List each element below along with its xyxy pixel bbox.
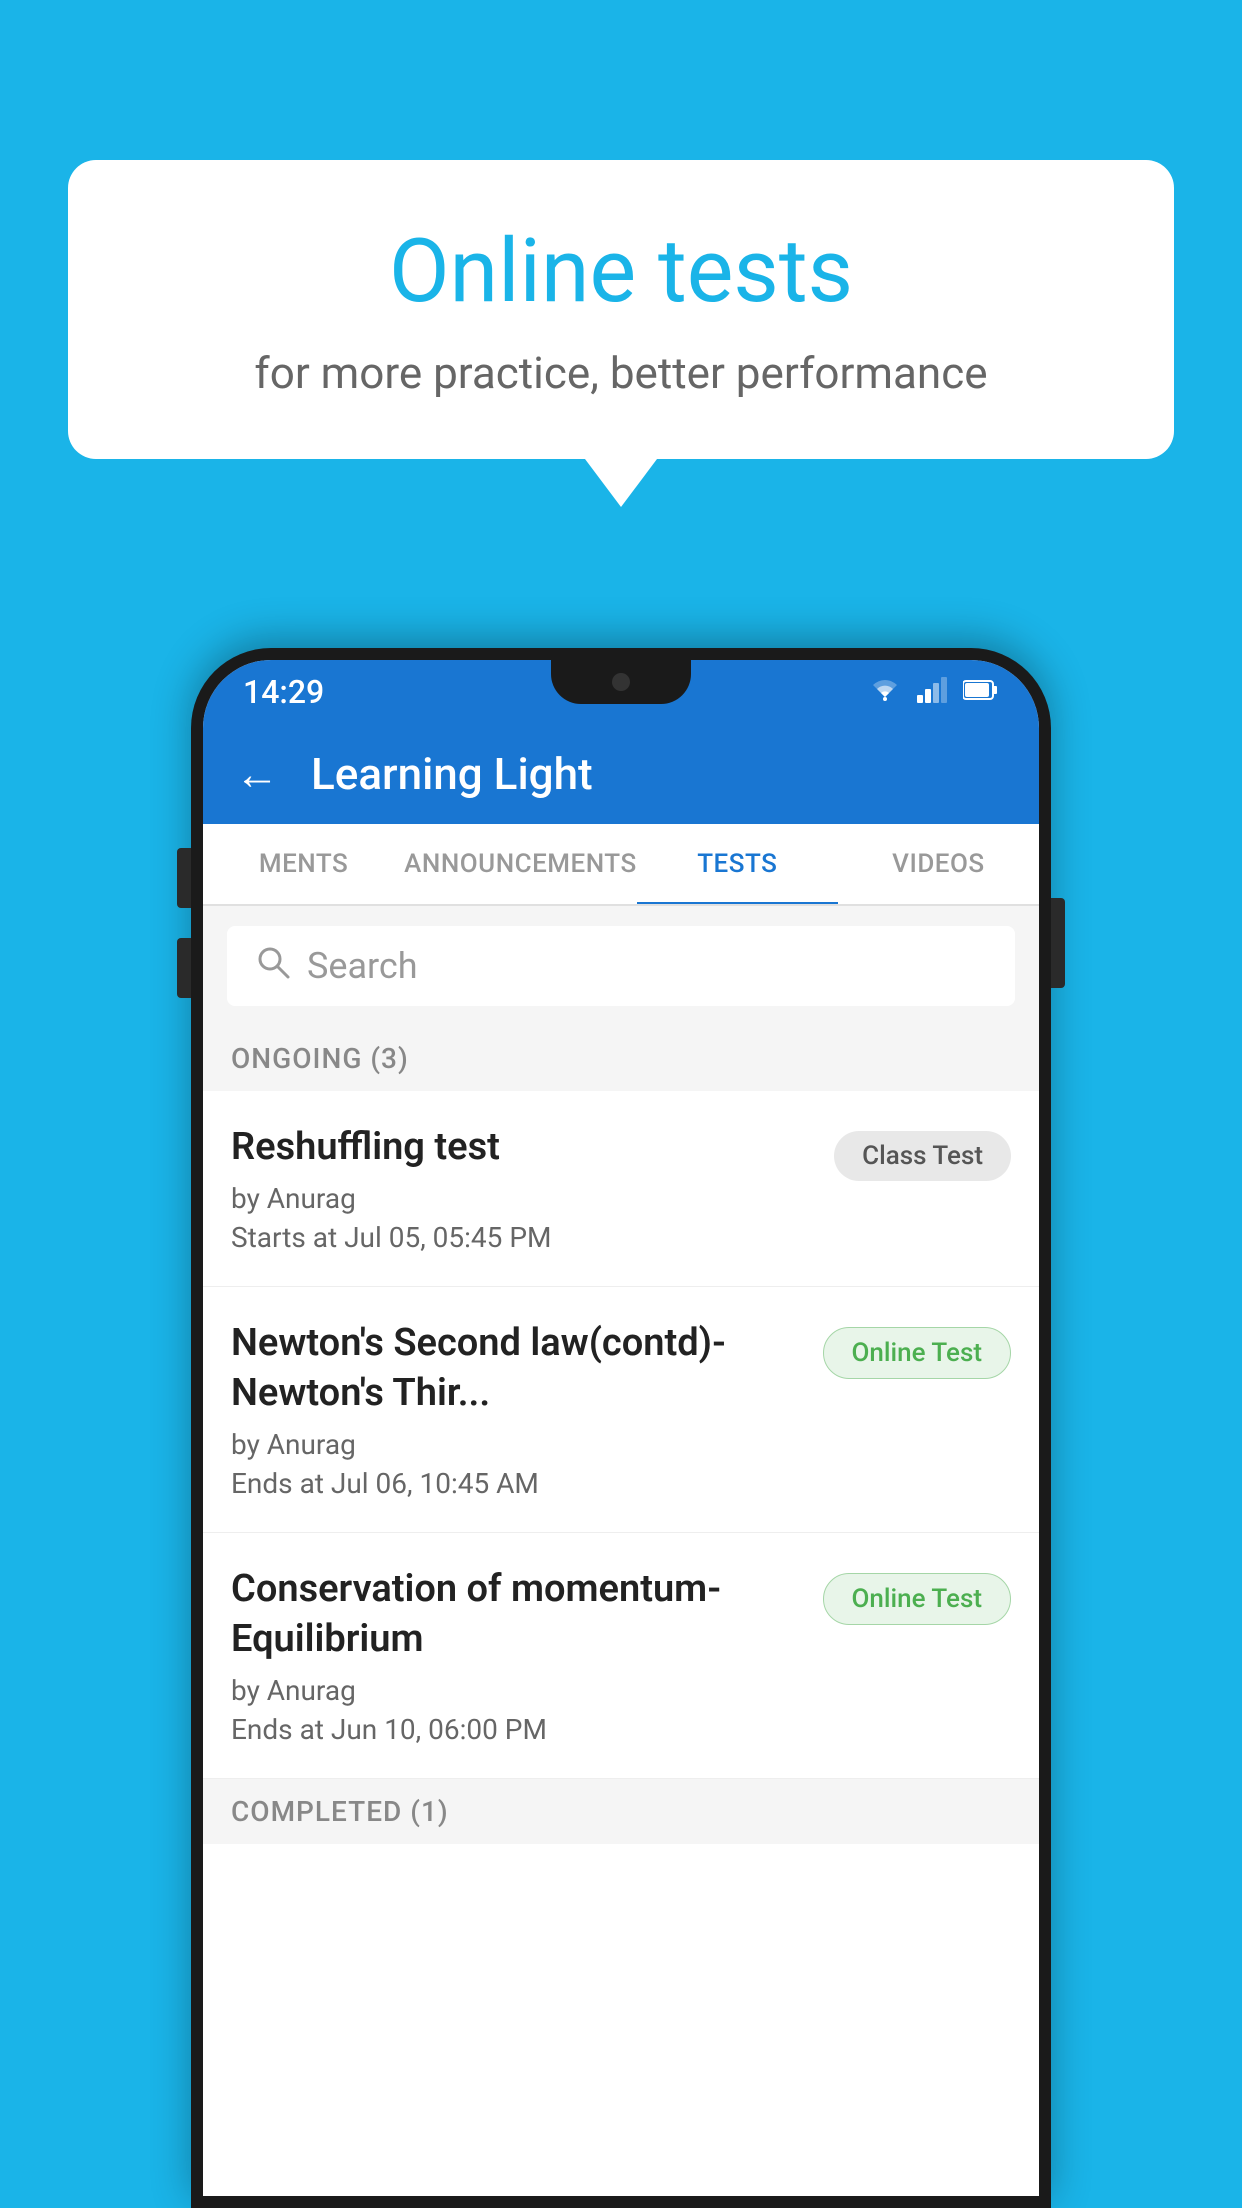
speech-bubble-arrow — [585, 459, 657, 507]
test-item-2[interactable]: Newton's Second law(contd)-Newton's Thir… — [203, 1287, 1039, 1533]
power-button[interactable] — [1051, 898, 1065, 988]
test-info-2: Newton's Second law(contd)-Newton's Thir… — [231, 1319, 823, 1500]
battery-icon — [963, 676, 999, 709]
search-box[interactable]: Search — [227, 926, 1015, 1006]
test-date-1: Starts at Jul 05, 05:45 PM — [231, 1221, 814, 1254]
volume-down-button[interactable] — [177, 938, 191, 998]
test-name-3: Conservation of momentum-Equilibrium — [231, 1565, 803, 1664]
test-item-3[interactable]: Conservation of momentum-Equilibrium by … — [203, 1533, 1039, 1779]
search-input[interactable]: Search — [307, 945, 418, 987]
test-name-2: Newton's Second law(contd)-Newton's Thir… — [231, 1319, 803, 1418]
test-info-1: Reshuffling test by Anurag Starts at Jul… — [231, 1123, 834, 1254]
test-author-3: by Anurag — [231, 1674, 803, 1707]
completed-section-header: COMPLETED (1) — [203, 1779, 1039, 1844]
app-title: Learning Light — [311, 748, 593, 800]
speech-bubble: Online tests for more practice, better p… — [68, 160, 1174, 459]
search-container: Search — [203, 906, 1039, 1026]
test-name-1: Reshuffling test — [231, 1123, 814, 1172]
speech-bubble-container: Online tests for more practice, better p… — [68, 160, 1174, 507]
camera-icon — [612, 673, 630, 691]
signal-icon — [917, 675, 947, 710]
status-time: 14:29 — [243, 673, 324, 711]
tab-tests[interactable]: TESTS — [637, 824, 838, 904]
phone-screen: 14:29 — [203, 660, 1039, 2196]
tab-announcements[interactable]: ANNOUNCEMENTS — [404, 824, 637, 904]
phone-notch — [551, 660, 691, 704]
status-icons — [869, 675, 999, 710]
phone-frame: 14:29 — [191, 648, 1051, 2208]
test-info-3: Conservation of momentum-Equilibrium by … — [231, 1565, 823, 1746]
tab-bar: MENTS ANNOUNCEMENTS TESTS VIDEOS — [203, 824, 1039, 906]
test-item-1[interactable]: Reshuffling test by Anurag Starts at Jul… — [203, 1091, 1039, 1287]
test-list: Reshuffling test by Anurag Starts at Jul… — [203, 1091, 1039, 2196]
test-author-1: by Anurag — [231, 1182, 814, 1215]
test-date-2: Ends at Jul 06, 10:45 AM — [231, 1467, 803, 1500]
tab-videos[interactable]: VIDEOS — [838, 824, 1039, 904]
ongoing-section-header: ONGOING (3) — [203, 1026, 1039, 1091]
speech-bubble-title: Online tests — [148, 220, 1094, 323]
volume-up-button[interactable] — [177, 848, 191, 908]
test-badge-class-1: Class Test — [834, 1131, 1011, 1181]
test-author-2: by Anurag — [231, 1428, 803, 1461]
app-header: ← Learning Light — [203, 724, 1039, 824]
test-badge-online-3: Online Test — [823, 1573, 1012, 1625]
tab-ments[interactable]: MENTS — [203, 824, 404, 904]
wifi-icon — [869, 675, 901, 710]
test-badge-online-2: Online Test — [823, 1327, 1012, 1379]
search-icon — [255, 944, 291, 989]
back-button[interactable]: ← — [235, 748, 279, 800]
speech-bubble-subtitle: for more practice, better performance — [148, 347, 1094, 399]
test-date-3: Ends at Jun 10, 06:00 PM — [231, 1713, 803, 1746]
